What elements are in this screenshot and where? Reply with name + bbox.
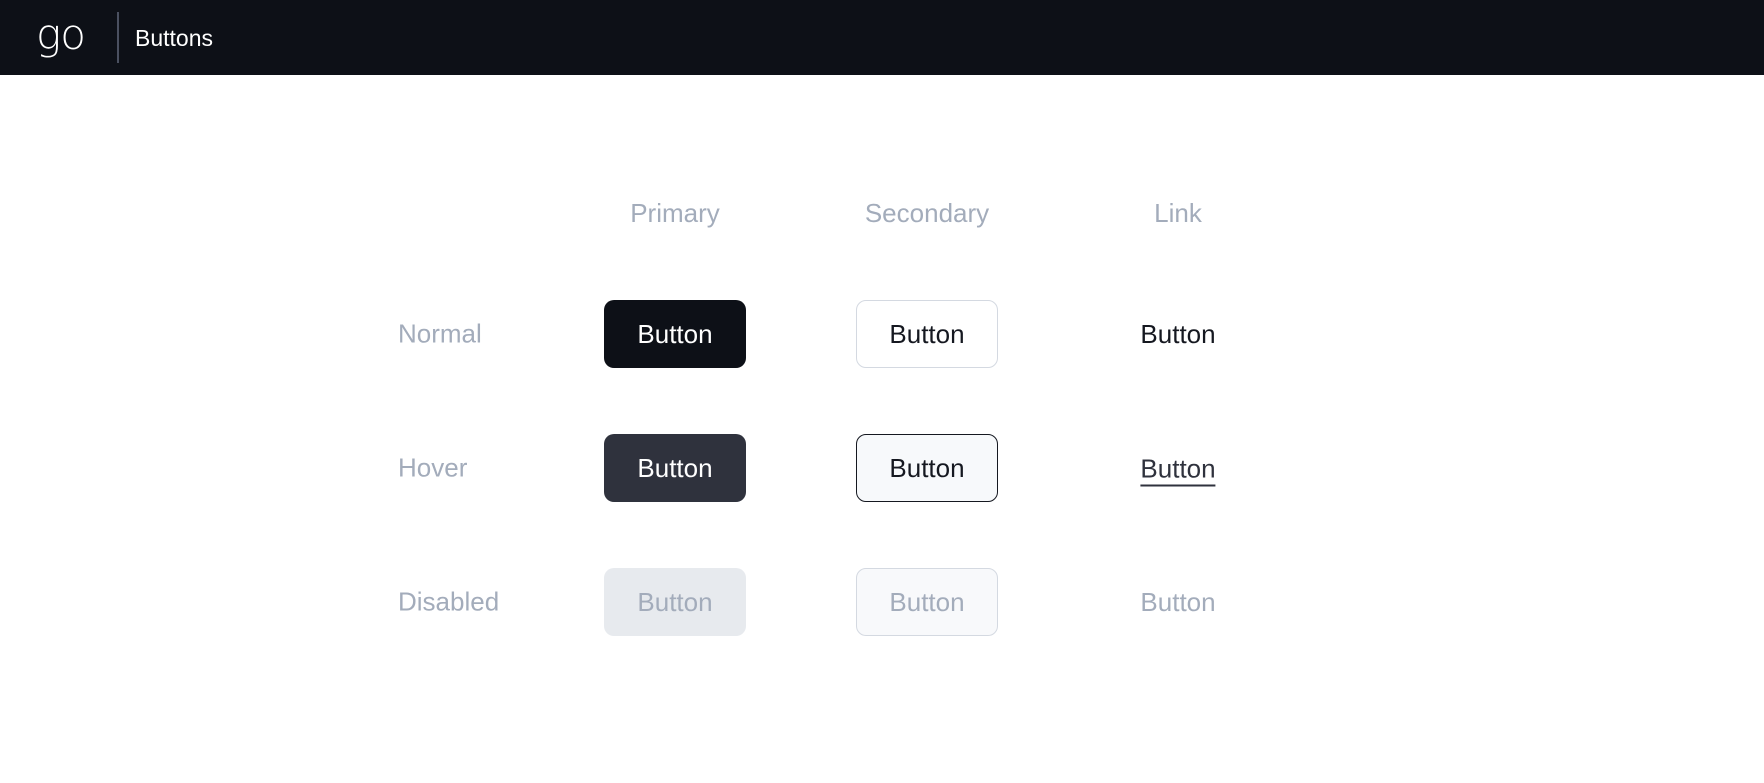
secondary-button-hover[interactable]: Button	[856, 434, 998, 502]
column-header-secondary: Secondary	[864, 198, 990, 228]
link-button-normal[interactable]: Button	[1140, 319, 1215, 349]
top-bar: go Buttons	[0, 0, 1764, 75]
secondary-button-disabled: Button	[856, 568, 998, 636]
primary-button-disabled: Button	[604, 568, 746, 636]
column-header-primary: Primary	[630, 198, 720, 228]
link-button-hover[interactable]: Button	[1140, 454, 1216, 487]
go-logo[interactable]: go	[36, 10, 86, 60]
header-divider	[117, 12, 119, 63]
primary-button-hover[interactable]: Button	[604, 434, 746, 502]
primary-button-normal[interactable]: Button	[604, 300, 746, 368]
column-header-link: Link	[1154, 198, 1202, 228]
page-title: Buttons	[135, 25, 213, 51]
row-label-normal: Normal	[398, 318, 482, 349]
secondary-button-normal[interactable]: Button	[856, 300, 998, 368]
row-label-disabled: Disabled	[398, 586, 500, 617]
link-button-disabled: Button	[1140, 587, 1216, 617]
row-label-hover: Hover	[398, 452, 468, 483]
